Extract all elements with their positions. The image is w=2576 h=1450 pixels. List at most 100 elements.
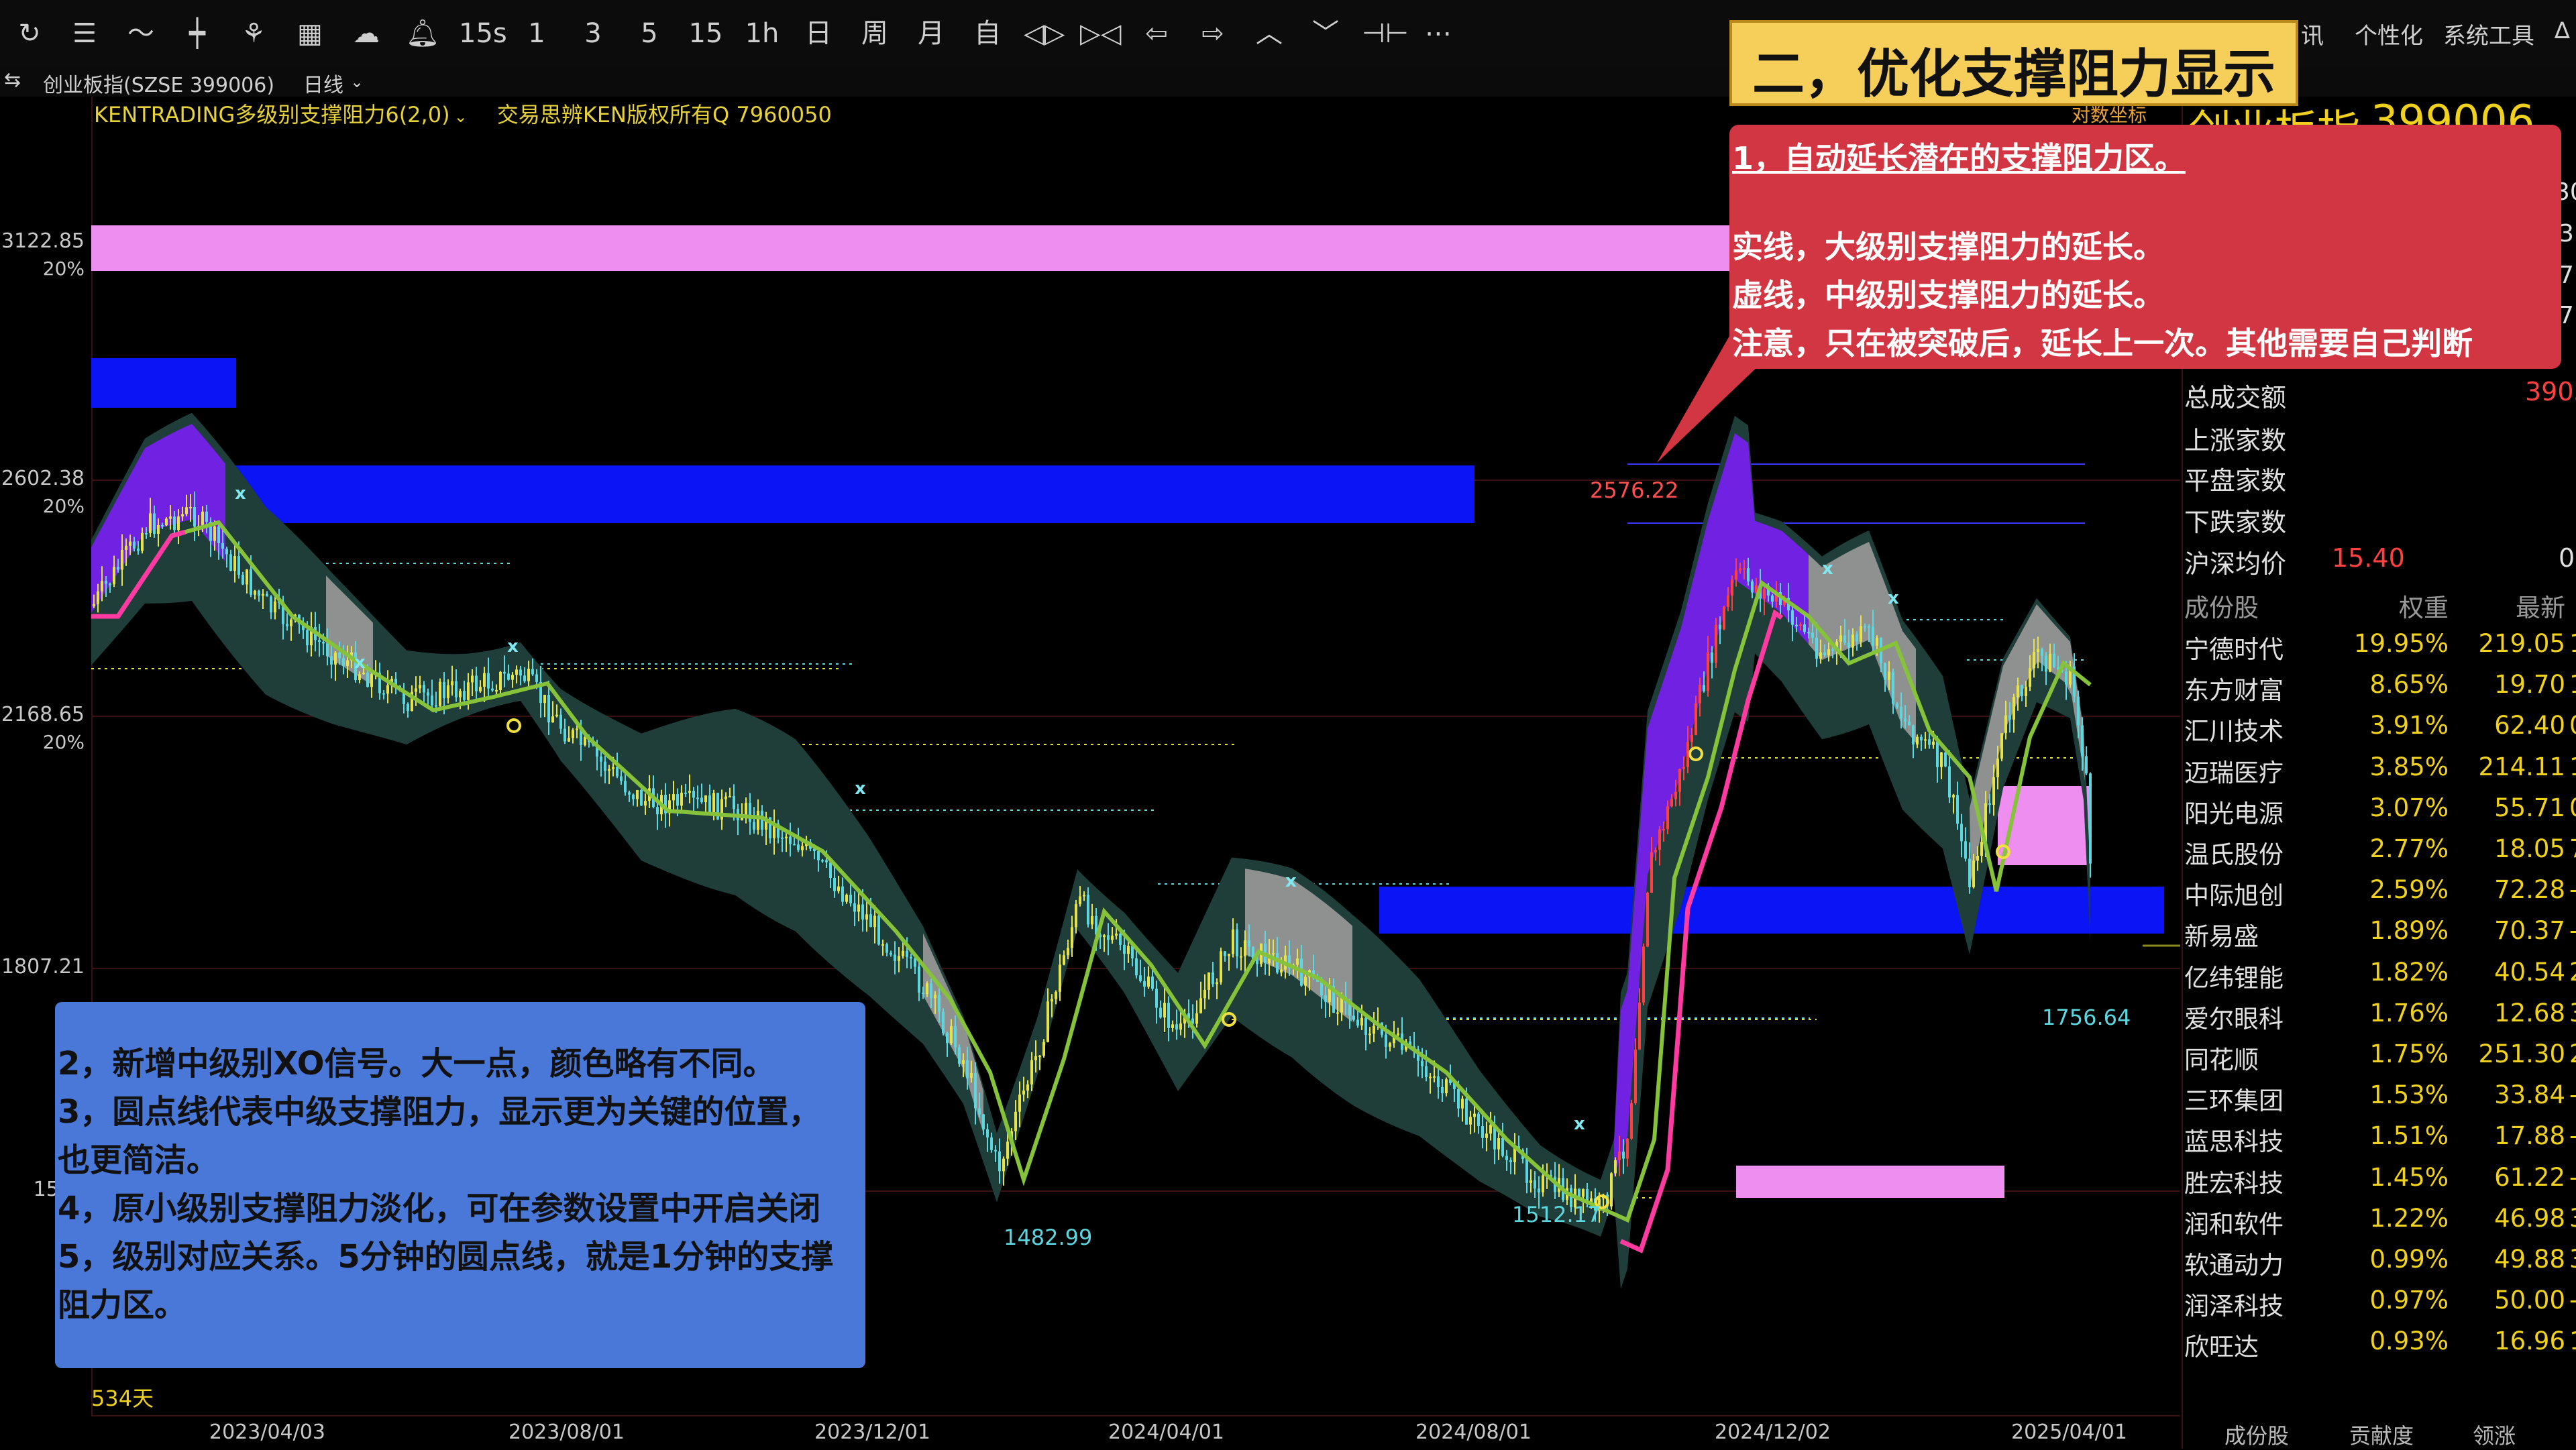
callout-line: 4，原小级别支撑阻力淡化，可在参数设置中开启关闭 <box>58 1190 821 1227</box>
period-1h[interactable]: 1h <box>742 12 782 55</box>
zoom-out-icon[interactable]: ◁▷ <box>1024 12 1065 55</box>
stock-weight: 3.91% <box>2369 711 2449 740</box>
candle-body <box>221 543 224 549</box>
candle-body <box>2025 686 2027 696</box>
candle-body <box>471 675 474 683</box>
split-icon[interactable]: ⊣⊢ <box>1362 12 1409 55</box>
arrow-left-icon[interactable]: ⇦ <box>1136 12 1177 55</box>
constituent-row[interactable]: 润和软件 1.22% 46.983. <box>2183 1204 2576 1245</box>
candle-body <box>1956 795 1959 824</box>
candle-body <box>258 590 260 596</box>
menu-personalize[interactable]: 个性化 <box>2355 17 2423 50</box>
candle-body <box>1055 991 1057 999</box>
stock-name: 中际旭创 <box>2184 881 2284 911</box>
period-3[interactable]: 3 <box>573 12 613 55</box>
period-select[interactable]: 日线 <box>303 68 343 98</box>
candle-body <box>1542 1175 1544 1192</box>
candle-body <box>1385 1034 1387 1047</box>
candle-body <box>1847 643 1850 648</box>
constituent-row[interactable]: 汇川技术 3.91% 62.400. <box>2183 711 2576 752</box>
constituent-row[interactable]: 宁德时代 19.95% 219.051. <box>2183 629 2576 670</box>
col-header-name[interactable]: 成份股 <box>2184 588 2259 624</box>
constituent-row[interactable]: 爱尔眼科 1.76% 12.683. <box>2183 999 2576 1040</box>
cloud-icon[interactable]: ☁ <box>346 12 386 55</box>
callout-line: 虚线，中级别支撑阻力的延长。 <box>1732 277 2164 313</box>
stock-weight: 1.45% <box>2369 1162 2449 1192</box>
stock-name: 蓝思科技 <box>2184 1127 2284 1157</box>
constituent-row[interactable]: 亿纬锂能 1.82% 40.542. <box>2183 958 2576 999</box>
candle-body <box>1940 752 1943 767</box>
candle-body <box>1425 1066 1428 1078</box>
candle-body <box>1272 953 1275 955</box>
candle-body <box>382 693 385 695</box>
period-5[interactable]: 5 <box>629 12 669 55</box>
grid-icon[interactable]: ▦ <box>290 12 330 55</box>
chevron-down-icon[interactable]: ⌄ <box>350 72 364 91</box>
candle-body <box>93 604 95 606</box>
candle-body <box>1437 1076 1440 1087</box>
tab-constituents[interactable]: 成份股 <box>2224 1419 2289 1449</box>
constituent-row[interactable]: 迈瑞医疗 3.85% 214.111. <box>2183 752 2576 793</box>
arrow-right-icon[interactable]: ⇨ <box>1193 12 1233 55</box>
candle-body <box>2008 715 2011 720</box>
list-icon[interactable]: ☰ <box>64 12 105 55</box>
period-1[interactable]: 1 <box>517 12 557 55</box>
candle-body <box>1139 975 1142 981</box>
candle-body <box>1795 624 1798 626</box>
constituent-row[interactable]: 中际旭创 2.59% 72.28 -3. <box>2183 875 2576 916</box>
period-15[interactable]: 15 <box>686 12 726 55</box>
constituent-row[interactable]: 润泽科技 0.97% 50.00 -0. <box>2183 1286 2576 1327</box>
arrow-up-icon[interactable]: ︿ <box>1249 12 1289 55</box>
line-chart-icon[interactable]: 〜 <box>121 12 161 55</box>
period-month[interactable]: 月 <box>911 12 951 55</box>
period-week[interactable]: 周 <box>855 12 895 55</box>
candle-body <box>966 1060 969 1078</box>
menu-extra-icon[interactable]: ∆ <box>2555 17 2570 44</box>
period-custom[interactable]: 自 <box>967 12 1008 55</box>
candle-body <box>2000 733 2003 759</box>
col-header-weight[interactable]: 权重 <box>2322 588 2449 624</box>
constituent-row[interactable]: 胜宏科技 1.45% 61.22 -3. <box>2183 1163 2576 1204</box>
candle-body <box>1171 1024 1174 1028</box>
constituent-row[interactable]: 同花顺 1.75% 251.302. <box>2183 1040 2576 1080</box>
constituent-row[interactable]: 东方财富 8.65% 19.701. <box>2183 670 2576 711</box>
stock-change: 7. <box>2569 834 2576 863</box>
candle-body <box>1968 858 1971 887</box>
x-signal-marker: x <box>507 636 519 657</box>
stock-name: 阳光电源 <box>2184 799 2284 828</box>
candlestick-icon[interactable]: ┿ <box>177 12 217 55</box>
candle-body <box>1195 1013 1198 1024</box>
constituent-row[interactable]: 三环集团 1.53% 33.84 -3. <box>2183 1080 2576 1121</box>
col-header-price[interactable]: 最新 <box>2451 588 2565 624</box>
constituent-row[interactable]: 温氏股份 2.77% 18.057. <box>2183 834 2576 875</box>
menu-news[interactable]: 讯 <box>2301 17 2324 50</box>
more-icon[interactable]: ⋯ <box>1418 12 1458 55</box>
constituent-row[interactable]: 欣旺达 0.93% 16.961. <box>2183 1327 2576 1368</box>
candle-body <box>576 728 578 730</box>
candle-body <box>181 514 184 517</box>
stock-price: 40.54 <box>2494 957 2565 987</box>
bell-icon[interactable]: 🔔︎ <box>402 12 443 55</box>
tab-contribution[interactable]: 贡献度 <box>2349 1419 2414 1449</box>
candle-body <box>817 851 820 860</box>
constituent-row[interactable]: 阳光电源 3.07% 55.710. <box>2183 793 2576 834</box>
indicator-icon[interactable]: ⚘ <box>233 12 274 55</box>
tab-leaders[interactable]: 领涨 <box>2473 1419 2516 1449</box>
candle-body <box>1695 703 1697 735</box>
zoom-in-icon[interactable]: ▷◁ <box>1080 12 1122 55</box>
candle-body <box>1896 704 1898 707</box>
menu-system-tools[interactable]: 系统工具 <box>2443 17 2534 50</box>
candle-body <box>781 837 784 839</box>
stock-weight: 1.51% <box>2369 1121 2449 1151</box>
link-icon[interactable]: ⇆ <box>4 68 21 92</box>
constituent-row[interactable]: 蓝思科技 1.51% 17.88 -1. <box>2183 1121 2576 1162</box>
constituent-row[interactable]: 新易盛 1.89% 70.37 -5. <box>2183 916 2576 957</box>
candle-body <box>1002 1158 1005 1172</box>
period-15s[interactable]: 15s <box>459 12 507 55</box>
candle-body <box>519 669 522 676</box>
refresh-icon[interactable]: ↻ <box>9 12 50 55</box>
arrow-down-icon[interactable]: ﹀ <box>1305 12 1346 55</box>
period-day[interactable]: 日 <box>798 12 839 55</box>
constituent-row[interactable]: 软通动力 0.99% 49.883. <box>2183 1245 2576 1286</box>
stat-avg-price: 沪深均价 15.40 0 <box>2183 543 2576 583</box>
